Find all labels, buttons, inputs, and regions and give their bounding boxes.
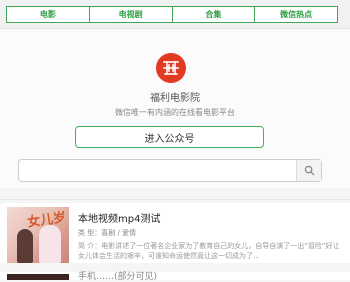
tab-collections[interactable]: 合集 bbox=[173, 7, 256, 22]
movie-title[interactable]: 手机……(部分可见) bbox=[78, 269, 157, 282]
follow-account-button[interactable]: 进入公众号 bbox=[75, 126, 264, 148]
tab-tv-series[interactable]: 电视剧 bbox=[90, 7, 173, 22]
poster-figure bbox=[39, 225, 61, 263]
movie-genre: 类 型：喜剧 / 爱情 bbox=[78, 229, 137, 237]
list-item[interactable]: 手机……(部分可见) bbox=[0, 269, 350, 282]
search-icon bbox=[304, 165, 315, 176]
section-divider bbox=[0, 199, 350, 200]
tab-movies[interactable]: 电影 bbox=[7, 7, 90, 22]
movie-poster[interactable]: 女儿岁 bbox=[7, 207, 69, 263]
movie-description: 简 介：电影讲述了一位著名企业家为了教育自己的女儿，自导自演了一出“冒险”好让女… bbox=[78, 242, 340, 260]
category-tabs: 电影 电视剧 合集 微信热点 bbox=[6, 6, 338, 23]
top-nav-bar: 电影 电视剧 合集 微信热点 bbox=[0, 0, 350, 29]
movie-title[interactable]: 本地视频mp4测试 bbox=[78, 210, 160, 225]
seal-glyph-icon bbox=[163, 61, 179, 75]
tab-wechat-hot[interactable]: 微信热点 bbox=[255, 7, 337, 22]
site-logo-icon bbox=[156, 53, 186, 83]
search-input[interactable] bbox=[23, 162, 293, 179]
movie-poster[interactable] bbox=[7, 274, 69, 280]
poster-figure bbox=[17, 229, 33, 263]
site-description: 微信唯一有内涵的在线看电影平台 bbox=[115, 108, 235, 117]
list-item[interactable]: 女儿岁 本地视频mp4测试 类 型：喜剧 / 爱情 简 介：电影讲述了一位著名企… bbox=[0, 203, 350, 263]
search-bar bbox=[18, 159, 322, 182]
search-button[interactable] bbox=[296, 160, 321, 181]
site-name: 福利电影院 bbox=[150, 93, 200, 104]
